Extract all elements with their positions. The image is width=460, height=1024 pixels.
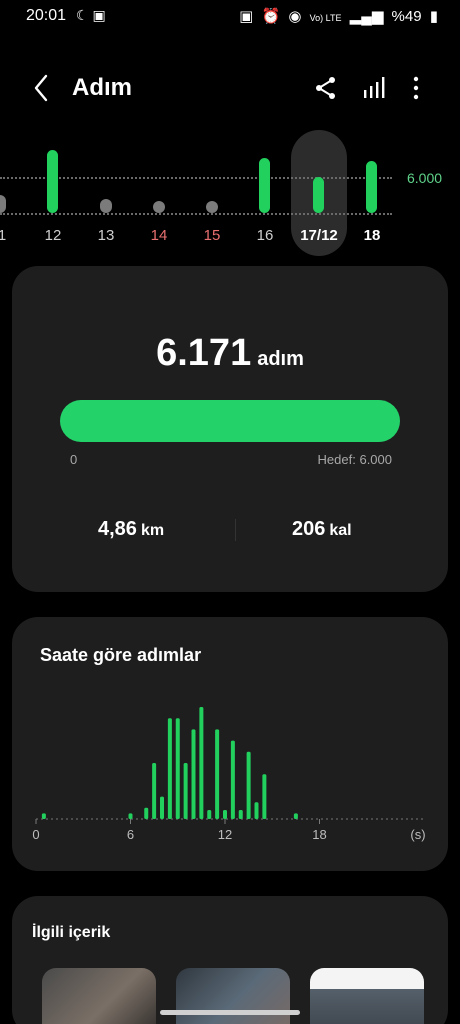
x-tick-label: (s)	[410, 827, 425, 842]
hourly-bar	[191, 729, 196, 819]
hourly-bar	[223, 810, 227, 819]
hourly-bar	[128, 813, 133, 819]
goal-progress-bar	[60, 400, 400, 442]
day-bar[interactable]	[153, 201, 165, 213]
stats-button[interactable]	[360, 74, 388, 102]
status-left-icons: ☾ ▣	[76, 7, 106, 23]
day-bar[interactable]	[0, 195, 6, 213]
distance-value: 4,86	[98, 518, 137, 540]
day-label-selected[interactable]: 17/12	[299, 227, 339, 244]
day-label[interactable]: 1	[0, 227, 22, 244]
day-bar[interactable]	[366, 161, 377, 213]
distance-unit: km	[140, 522, 165, 539]
related-content-thumbnail[interactable]	[176, 968, 290, 1024]
day-bar[interactable]	[206, 201, 218, 213]
share-icon	[316, 77, 335, 99]
day-label[interactable]: 13	[86, 227, 126, 244]
status-right-group: ▣ ⏰ ◉ Vo) LTE ▂▄▆ %49 ▮	[235, 7, 438, 25]
progress-goal-label: Hedef: 6.000	[317, 452, 392, 467]
day-bar[interactable]	[100, 199, 112, 213]
hourly-bar	[230, 740, 235, 819]
hourly-bar	[152, 763, 157, 819]
bar-chart-icon	[364, 77, 385, 98]
daily-summary-card[interactable]: 6.171 adım 0 Hedef: 6.000 4,86 km 206 kal	[12, 266, 448, 592]
share-button[interactable]	[312, 74, 340, 102]
page-title: Adım	[72, 74, 132, 101]
day-label[interactable]: 16	[245, 227, 285, 244]
hourly-bar	[144, 807, 149, 819]
day-bar[interactable]	[259, 158, 270, 213]
day-bar-selected[interactable]	[313, 177, 324, 213]
baseline	[0, 213, 392, 215]
hourly-bar	[262, 774, 267, 819]
x-tick-label: 12	[218, 827, 232, 842]
hourly-bar	[254, 802, 259, 819]
battery-percent: %49	[391, 8, 422, 25]
hourly-bar	[199, 707, 204, 819]
day-bar[interactable]	[47, 150, 58, 213]
hourly-steps-card[interactable]: Saate göre adımlar 0 6 12 18 (s)	[12, 617, 448, 871]
related-content-title: İlgili içerik	[32, 924, 111, 941]
hourly-bar	[175, 718, 180, 819]
home-indicator[interactable]	[160, 1010, 300, 1015]
hourly-steps-chart: 0 6 12 18 (s)	[32, 707, 426, 842]
hourly-bar	[215, 729, 220, 819]
wifi-icon: ◉	[288, 8, 302, 25]
back-arrow-icon	[34, 74, 48, 102]
notification-icon: ▣	[239, 8, 254, 25]
day-label[interactable]: 15	[192, 227, 232, 244]
x-tick-label: 0	[32, 827, 39, 842]
day-label[interactable]: 18	[352, 227, 392, 244]
more-vertical-icon	[413, 76, 419, 100]
battery-icon: ▮	[429, 8, 438, 25]
related-content-thumbnail[interactable]	[42, 968, 156, 1024]
app-header: Adım	[0, 60, 460, 116]
calories-stat: 206 kal	[292, 518, 352, 541]
status-bar: 20:01 ☾ ▣ ▣ ⏰ ◉ Vo) LTE ▂▄▆ %49 ▮	[0, 0, 460, 34]
hourly-bar	[238, 810, 243, 819]
back-button[interactable]	[30, 72, 58, 104]
hourly-bar	[167, 718, 172, 819]
related-content-card: İlgili içerik	[12, 896, 448, 1024]
calories-value: 206	[292, 518, 326, 540]
related-content-thumbnail[interactable]	[310, 968, 424, 1024]
hourly-bar	[183, 763, 188, 819]
calories-unit: kal	[329, 522, 352, 539]
hourly-bar	[41, 813, 46, 819]
status-time: 20:01	[26, 7, 67, 24]
progress-min-label: 0	[70, 452, 78, 467]
goal-line	[0, 177, 392, 179]
goal-line-label: 6.000	[407, 170, 443, 186]
more-options-button[interactable]	[402, 74, 430, 102]
network-label: Vo) LTE	[309, 13, 342, 23]
day-label[interactable]: 12	[33, 227, 73, 244]
day-label[interactable]: 14	[139, 227, 179, 244]
x-tick-label: 18	[312, 827, 326, 842]
signal-icon: ▂▄▆	[349, 8, 384, 25]
distance-stat: 4,86 km	[98, 518, 164, 541]
steps-total: 6.171 adım	[12, 332, 448, 375]
hourly-bar	[246, 751, 251, 819]
hourly-bar	[293, 813, 298, 819]
alarm-icon: ⏰	[261, 8, 281, 25]
hourly-bar	[207, 810, 212, 819]
daily-steps-strip: 6.000 1 12 13 14 15 16 17/12 18	[0, 125, 460, 260]
stat-divider	[235, 519, 236, 541]
steps-count: 6.171	[156, 332, 252, 374]
x-tick-label: 6	[127, 827, 134, 842]
hourly-bar	[160, 796, 164, 819]
steps-unit: adım	[257, 348, 304, 370]
